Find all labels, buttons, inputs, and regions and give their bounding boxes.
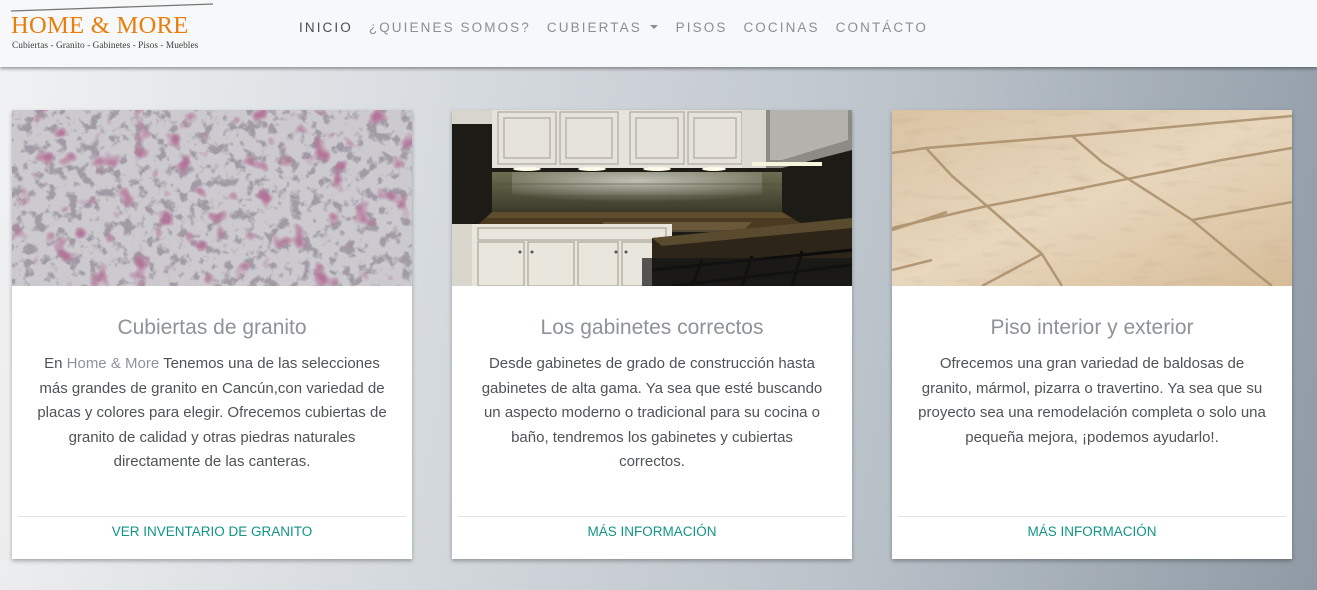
card-gabinetes: Los gabinetes correctos Desde gabinetes … xyxy=(452,110,852,559)
nav-dropdown-cubiertas[interactable]: CUBIERTAS xyxy=(539,18,668,38)
ver-inventario-granito-link[interactable]: VER INVENTARIO DE GRANITO xyxy=(12,522,412,542)
home-and-more-logo[interactable]: HOME & MORE Cubiertas - Granito - Gabine… xyxy=(11,0,216,60)
nav-link-inicio[interactable]: INICIO xyxy=(291,18,361,38)
mas-informacion-pisos-link[interactable]: MÁS INFORMACIÓN xyxy=(892,522,1292,542)
logo-swoosh-line xyxy=(11,3,213,12)
card-divider xyxy=(458,516,846,517)
card-title: Cubiertas de granito xyxy=(117,316,307,339)
nav-link-contacto[interactable]: CONTÁCTO xyxy=(828,18,936,38)
brand-mention: Home & More xyxy=(66,355,160,372)
card-granito: Cubiertas de granito En Home & More Tene… xyxy=(12,110,412,559)
card-title: Los gabinetes correctos xyxy=(540,316,764,339)
card-text: Desde gabinetes de grado de construcción… xyxy=(481,355,823,470)
card-text-prefix: En xyxy=(44,355,67,372)
card-text: Ofrecemos una gran variedad de baldosas … xyxy=(918,355,1266,446)
nav-link-cocinas[interactable]: COCINAS xyxy=(735,18,827,38)
nav-link-pisos[interactable]: PISOS xyxy=(668,18,736,38)
nav-link-quienes-somos[interactable]: ¿QUIENES SOMOS? xyxy=(361,18,539,38)
logo-tagline: Cubiertas - Granito - Gabinetes - Pisos … xyxy=(12,41,199,51)
logo-title: HOME & MORE xyxy=(11,12,189,39)
granite-slab-image xyxy=(12,110,412,286)
kitchen-cabinets-image xyxy=(452,110,852,286)
card-text-body: Tenemos una de las selecciones más grand… xyxy=(37,355,387,470)
nav-link-cubiertas-label: CUBIERTAS xyxy=(546,20,642,35)
card-text: En Home & More Tenemos una de las selecc… xyxy=(37,352,387,475)
navbar: HOME & MORE Cubiertas - Granito - Gabine… xyxy=(0,0,1317,67)
travertine-floor-image xyxy=(892,110,1292,286)
card-divider xyxy=(18,516,406,517)
nav-menu: INICIO ¿QUIENES SOMOS? CUBIERTAS PISOS C… xyxy=(291,18,936,38)
mas-informacion-gabinetes-link[interactable]: MÁS INFORMACIÓN xyxy=(452,522,852,542)
card-divider xyxy=(898,516,1286,517)
caret-down-icon xyxy=(649,25,658,29)
card-pisos: Piso interior y exterior Ofrecemos una g… xyxy=(892,110,1292,559)
card-title: Piso interior y exterior xyxy=(990,316,1194,339)
